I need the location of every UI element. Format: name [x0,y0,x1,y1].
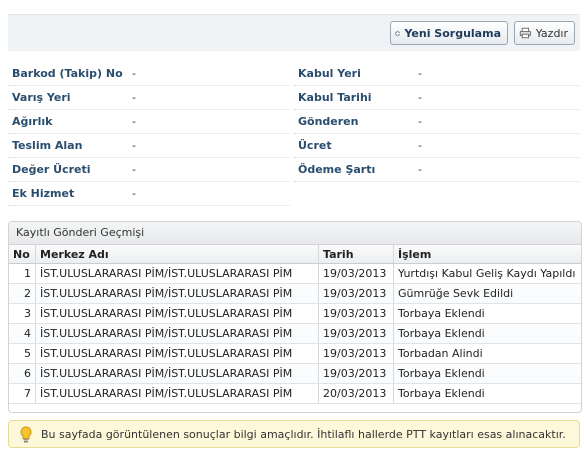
field-value: - [418,67,422,80]
divider [8,205,290,206]
row-date: 19/03/2013 [318,263,394,284]
new-query-button[interactable]: Yeni Sorgulama [390,21,508,45]
notice-text: Bu sayfada görüntülenen sonuçlar bilgi a… [41,427,566,441]
divider [294,109,580,110]
row-center: İST.ULUSLARARASI PİM/İST.ULUSLARARASI Pİ… [35,343,319,364]
field-value: - [418,91,422,104]
table-row: 3 İST.ULUSLARARASI PİM/İST.ULUSLARARASI … [9,303,581,324]
row-no: 3 [9,303,36,324]
divider [294,133,580,134]
column-header-center: Merkez Adı [35,245,319,264]
shipment-history-panel: Kayıtlı Gönderi Geçmişi No Merkez Adı Ta… [8,221,582,413]
new-query-label: Yeni Sorgulama [404,26,501,40]
divider [8,133,290,134]
divider [8,85,290,86]
table-row: 6 İST.ULUSLARARASI PİM/İST.ULUSLARARASI … [9,363,581,384]
field-value: - [132,115,136,128]
printer-icon [519,27,531,39]
row-center: İST.ULUSLARARASI PİM/İST.ULUSLARARASI Pİ… [35,363,319,384]
field-value: - [132,67,136,80]
divider [8,181,290,182]
row-date: 19/03/2013 [318,323,394,344]
field-label: Gönderen [298,115,359,128]
field-label: Ücret [298,139,332,152]
row-action: Torbaya Eklendi [393,303,581,324]
divider [8,109,290,110]
table-row: 5 İST.ULUSLARARASI PİM/İST.ULUSLARARASI … [9,343,581,364]
divider [294,85,580,86]
row-no: 1 [9,263,36,284]
lightbulb-icon [20,425,32,442]
field-label: Teslim Alan [12,139,83,152]
row-date: 20/03/2013 [318,383,394,404]
column-header-no: No [9,245,36,264]
field-label: Ödeme Şartı [298,163,376,176]
table-row: 1 İST.ULUSLARARASI PİM/İST.ULUSLARARASI … [9,263,581,284]
field-value: - [418,115,422,128]
table-row: 4 İST.ULUSLARARASI PİM/İST.ULUSLARARASI … [9,323,581,344]
divider [8,157,290,158]
row-action: Torbaya Eklendi [393,383,581,404]
row-no: 5 [9,343,36,364]
field-label: Ağırlık [12,115,53,128]
print-label: Yazdır [535,26,568,40]
table-row: 2 İST.ULUSLARARASI PİM/İST.ULUSLARARASI … [9,283,581,304]
row-action: Torbaya Eklendi [393,363,581,384]
divider [294,157,580,158]
history-table: No Merkez Adı Tarih İşlem 1 İST.ULUSLARA… [9,245,581,404]
field-label: Barkod (Takip) No [12,67,123,80]
row-no: 7 [9,383,36,404]
plus-icon [395,30,401,36]
field-value: - [132,139,136,152]
divider [294,181,580,182]
column-header-action: İşlem [393,245,581,264]
row-date: 19/03/2013 [318,283,394,304]
row-date: 19/03/2013 [318,363,394,384]
field-label: Kabul Tarihi [298,91,372,104]
table-header-row: No Merkez Adı Tarih İşlem [9,245,581,264]
field-label: Kabul Yeri [298,67,361,80]
row-date: 19/03/2013 [318,303,394,324]
row-no: 2 [9,283,36,304]
field-value: - [132,187,136,200]
field-label: Değer Ücreti [12,163,91,176]
field-value: - [418,139,422,152]
table-row: 7 İST.ULUSLARARASI PİM/İST.ULUSLARARASI … [9,383,581,404]
row-center: İST.ULUSLARARASI PİM/İST.ULUSLARARASI Pİ… [35,263,319,284]
row-center: İST.ULUSLARARASI PİM/İST.ULUSLARARASI Pİ… [35,323,319,344]
column-header-date: Tarih [318,245,394,264]
toolbar-panel: Yeni Sorgulama Yazdır [8,14,580,51]
row-action: Torbaya Eklendi [393,323,581,344]
row-action: Torbadan Alindi [393,343,581,364]
row-center: İST.ULUSLARARASI PİM/İST.ULUSLARARASI Pİ… [35,303,319,324]
row-action: Yurtdışı Kabul Geliş Kaydı Yapıldı [393,263,581,284]
field-value: - [418,163,422,176]
info-notice: Bu sayfada görüntülenen sonuçlar bilgi a… [8,420,580,448]
print-button[interactable]: Yazdır [514,21,575,45]
history-title: Kayıtlı Gönderi Geçmişi [9,222,581,245]
row-date: 19/03/2013 [318,343,394,364]
row-center: İST.ULUSLARARASI PİM/İST.ULUSLARARASI Pİ… [35,283,319,304]
field-value: - [132,163,136,176]
field-value: - [132,91,136,104]
field-label: Varış Yeri [12,91,71,104]
field-label: Ek Hizmet [12,187,75,200]
row-center: İST.ULUSLARARASI PİM/İST.ULUSLARARASI Pİ… [35,383,319,404]
row-no: 4 [9,323,36,344]
row-action: Gümrüğe Sevk Edildi [393,283,581,304]
row-no: 6 [9,363,36,384]
